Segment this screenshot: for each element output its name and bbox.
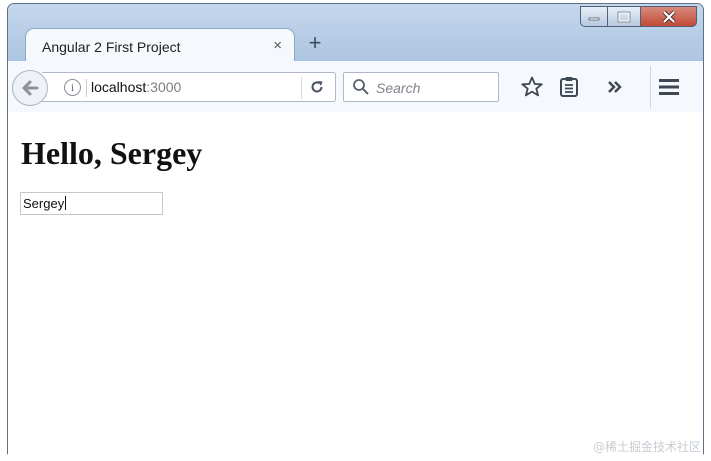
minimize-icon <box>588 17 600 20</box>
main-menu-button[interactable] <box>656 74 682 100</box>
url-bar[interactable]: i localhost:3000 <box>42 72 336 102</box>
name-input[interactable]: Sergey <box>20 192 163 215</box>
double-chevron-icon <box>608 81 622 93</box>
watermark: @稀土掘金技术社区 <box>592 440 701 454</box>
url-text[interactable]: localhost:3000 <box>91 79 181 95</box>
info-icon[interactable]: i <box>64 79 81 96</box>
reload-icon[interactable] <box>308 78 326 100</box>
text-caret <box>65 196 67 210</box>
search-icon <box>352 78 370 100</box>
back-arrow-icon <box>22 80 39 96</box>
minimize-button[interactable] <box>580 6 608 27</box>
maximize-button[interactable] <box>608 6 641 27</box>
name-input-value: Sergey <box>23 196 65 211</box>
star-icon <box>521 76 543 97</box>
url-port: :3000 <box>146 79 182 95</box>
reading-list-button[interactable] <box>556 74 582 100</box>
page-heading: Hello, Sergey <box>21 135 203 171</box>
close-window-button[interactable] <box>641 6 697 27</box>
close-icon <box>662 10 675 23</box>
tab-title: Angular 2 First Project <box>42 39 181 55</box>
toolbar-separator <box>650 66 651 108</box>
reload-separator <box>301 77 302 99</box>
tab-active[interactable]: Angular 2 First Project × <box>25 28 295 62</box>
window-controls <box>580 6 697 27</box>
new-tab-button[interactable]: + <box>305 32 325 54</box>
maximize-icon <box>617 11 631 22</box>
back-button[interactable] <box>12 70 48 106</box>
url-separator <box>86 79 87 97</box>
overflow-menu-button[interactable] <box>602 74 628 100</box>
clipboard-icon <box>560 77 578 97</box>
tab-close-button[interactable]: × <box>273 38 282 53</box>
page-content: Hello, Sergey Sergey <box>8 112 703 455</box>
url-host: localhost <box>91 79 147 95</box>
search-bar[interactable]: Search <box>343 72 499 102</box>
hamburger-menu-icon <box>659 79 679 95</box>
search-placeholder: Search <box>376 80 421 96</box>
bookmark-star-button[interactable] <box>519 74 545 100</box>
